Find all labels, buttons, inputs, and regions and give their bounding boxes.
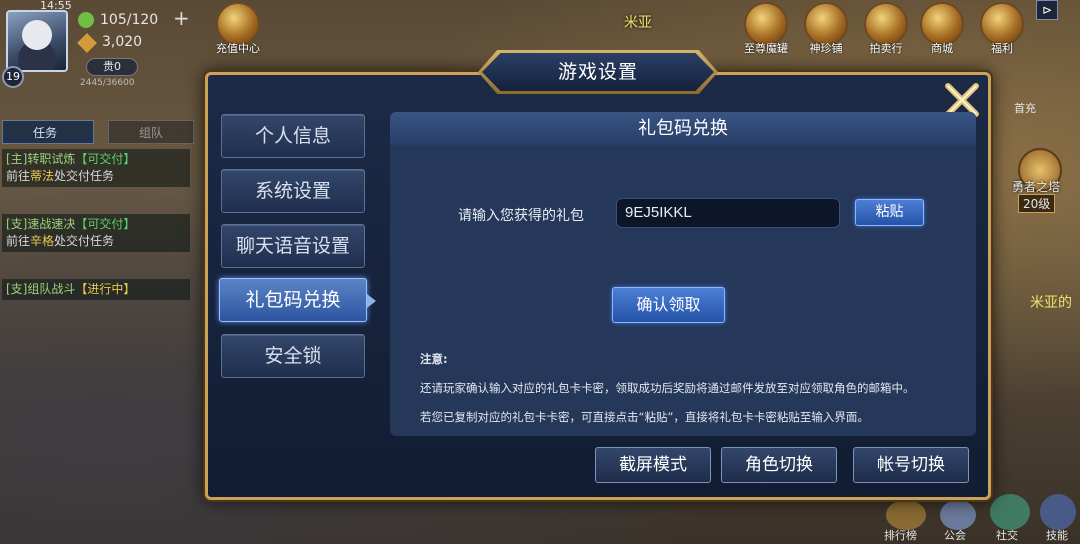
quest-item[interactable]: [主]转职试炼【可交付】 前往蒂法处交付任务 [2, 149, 190, 187]
tower-level-badge: 20级 [1018, 194, 1056, 213]
task-tab[interactable]: 任务 [2, 120, 94, 144]
nav-system-settings[interactable]: 系统设置 [221, 169, 365, 213]
gift-code-label: 请输入您获得的礼包 [458, 208, 584, 224]
quest-item[interactable]: [支]组队战斗【进行中】 [2, 279, 190, 300]
nav-gift-code-redeem[interactable]: 礼包码兑换 [219, 278, 367, 322]
bottom-icon-label: 社交 [996, 529, 1018, 542]
top-icon-label: 充值中心 [216, 42, 260, 55]
npc-name-right: 米亚的 [1030, 295, 1072, 311]
stamina-icon [78, 12, 94, 28]
nav-security-lock[interactable]: 安全锁 [221, 334, 365, 378]
gold-icon [77, 33, 97, 53]
brave-tower-label: 勇者之塔 [1012, 180, 1061, 194]
notice-text: 注意: 还请玩家确认输入对应的礼包卡卡密，领取成功后奖励将通过邮件发放至对应领取… [420, 345, 960, 432]
top-icon-label: 福利 [991, 42, 1013, 55]
collapse-menu-icon[interactable]: ⊳ [1036, 0, 1058, 20]
vip-badge[interactable]: 贵0 [86, 58, 138, 76]
social-icon[interactable] [990, 494, 1030, 530]
top-icon-label: 商城 [931, 42, 953, 55]
team-tab[interactable]: 组队 [108, 120, 194, 144]
paste-button[interactable]: 粘贴 [855, 199, 924, 226]
panel-title: 礼包码兑换 [390, 112, 976, 146]
guild-icon[interactable] [940, 500, 976, 530]
switch-character-button[interactable]: 角色切换 [721, 447, 837, 483]
screenshot-mode-button[interactable]: 截屏模式 [595, 447, 711, 483]
bottom-icon-label: 排行榜 [884, 529, 917, 542]
notice-line: 若您已复制对应的礼包卡卡密，可直接点击“粘贴”，直接将礼包卡卡密粘贴至输入界面。 [420, 410, 869, 424]
skill-icon[interactable] [1040, 494, 1076, 530]
bottom-icon-label: 公会 [944, 529, 966, 542]
top-icon-label: 至尊魔罐 [744, 42, 788, 55]
notice-title: 注意: [420, 352, 448, 366]
team-tab-label: 组队 [139, 126, 164, 140]
bottom-icon-label: 技能 [1046, 529, 1068, 542]
confirm-redeem-button[interactable]: 确认领取 [612, 287, 725, 323]
leaderboard-icon[interactable] [886, 500, 926, 530]
top-icon-label: 拍卖行 [869, 42, 903, 55]
quest-item[interactable]: [支]速战速决【可交付】 前往辛格处交付任务 [2, 214, 190, 252]
notice-line: 还请玩家确认输入对应的礼包卡卡密，领取成功后奖励将通过邮件发放至对应领取角色的邮… [420, 381, 915, 395]
first-recharge-label: 首充 [1014, 102, 1036, 115]
switch-account-button[interactable]: 帐号切换 [853, 447, 969, 483]
gold-value: 3,020 [102, 34, 143, 50]
add-stamina-icon[interactable]: + [173, 6, 190, 30]
dialog-title: 游戏设置 [482, 53, 714, 91]
task-tab-label: 任务 [33, 126, 58, 140]
player-level: 19 [2, 66, 24, 88]
stamina-value: 105/120 [100, 12, 159, 28]
gift-code-input[interactable]: 9EJ5IKKL [616, 198, 840, 228]
active-nav-arrow-icon [367, 294, 376, 308]
exp-value: 2445/36600 [80, 78, 135, 88]
player-avatar[interactable] [6, 10, 68, 72]
nav-chat-voice-settings[interactable]: 聊天语音设置 [221, 224, 365, 268]
npc-name: 米亚 [624, 15, 652, 31]
top-icon-label: 神珍铺 [809, 42, 843, 55]
nav-personal-info[interactable]: 个人信息 [221, 114, 365, 158]
